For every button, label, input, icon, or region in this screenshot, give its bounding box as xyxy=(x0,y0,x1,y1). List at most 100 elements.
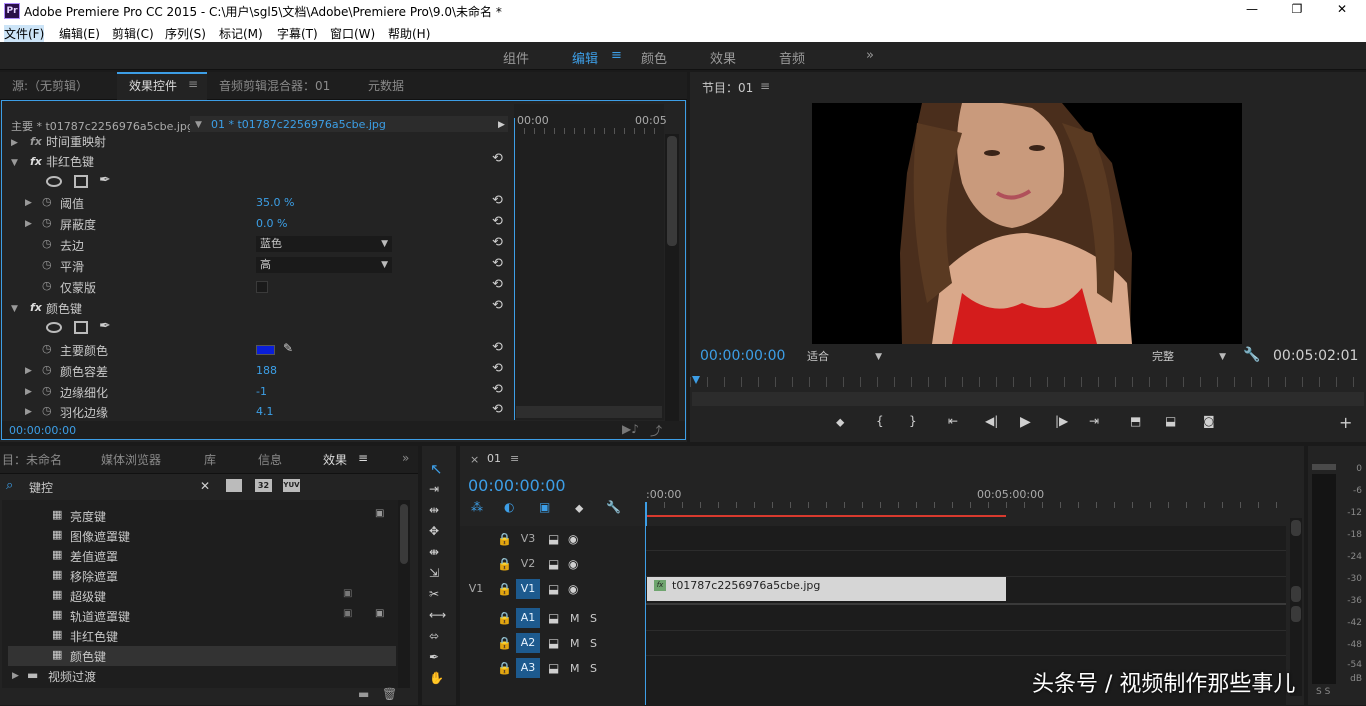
eye-icon[interactable]: ◉ xyxy=(568,582,578,596)
playback-quality-dropdown[interactable]: 完整 ▼ xyxy=(1148,349,1230,365)
extract-icon[interactable]: ⬓ xyxy=(1165,414,1176,428)
expand-feather-icon[interactable]: ▶ xyxy=(25,407,32,417)
clip-dropdown-icon[interactable]: ▼ xyxy=(195,120,202,130)
menu-help[interactable]: 帮助(H) xyxy=(388,25,430,42)
pen-mask-icon[interactable]: ✒ xyxy=(99,318,111,334)
reset-icon[interactable]: ⟲ xyxy=(492,402,503,417)
list-item[interactable]: 图像遮罩键 xyxy=(70,528,130,545)
yuv-effects-button[interactable]: YUV xyxy=(283,479,300,492)
lock-icon[interactable]: 🔒 xyxy=(497,661,512,675)
workspace-effects[interactable]: 效果 xyxy=(710,48,736,67)
sync-lock-icon[interactable]: ⬓ xyxy=(548,532,559,546)
tab-audio-mixer[interactable]: 音频剪辑混合器：01 xyxy=(219,77,330,94)
rectangle-mask-icon[interactable] xyxy=(74,175,88,188)
list-item[interactable]: 轨道遮罩键 xyxy=(70,608,130,625)
key-color-swatch[interactable] xyxy=(256,345,275,355)
reset-icon[interactable]: ⟲ xyxy=(492,151,503,166)
play-icon[interactable]: ▶ xyxy=(1020,414,1031,430)
tab-metadata[interactable]: 元数据 xyxy=(368,77,404,94)
timeline-scroll-thumb[interactable] xyxy=(1291,586,1301,602)
sequence-menu-icon[interactable]: ≡ xyxy=(510,452,519,465)
add-marker-icon[interactable]: ⬥ xyxy=(836,415,844,430)
track-target-v1[interactable]: V1 xyxy=(516,579,540,599)
32bit-effects-button[interactable]: 32 xyxy=(255,479,272,492)
mark-in-icon[interactable]: { xyxy=(876,414,884,428)
restore-button[interactable]: ❐ xyxy=(1282,2,1312,20)
timeline-timecode[interactable]: 00:00:00:00 xyxy=(468,476,566,495)
tab-menu-icon[interactable]: ≡ xyxy=(358,451,368,465)
step-back-icon[interactable]: ◀| xyxy=(985,414,998,428)
program-zoom-bar[interactable] xyxy=(692,392,1364,406)
reset-icon[interactable]: ⟲ xyxy=(492,361,503,376)
program-video-frame[interactable] xyxy=(812,103,1242,344)
stopwatch-icon[interactable]: ◷ xyxy=(42,237,52,250)
razor-tool-icon[interactable]: ⇲ xyxy=(429,566,439,580)
list-item[interactable]: 非红色键 xyxy=(70,628,118,645)
lock-icon[interactable]: 🔒 xyxy=(497,636,512,650)
play-audio-icon[interactable]: ▶♪ xyxy=(622,422,639,436)
menu-title[interactable]: 字幕(T) xyxy=(277,25,318,42)
mute-button[interactable]: M xyxy=(570,662,580,675)
button-editor-icon[interactable]: + xyxy=(1339,413,1352,432)
effect-panel-scroll-thumb[interactable] xyxy=(667,136,677,246)
workspace-editing[interactable]: 编辑 xyxy=(572,48,598,67)
export-frame-icon[interactable]: ◙ xyxy=(1203,414,1215,428)
list-item[interactable]: 颜色键 xyxy=(70,648,106,665)
sequence-tab[interactable]: 01 xyxy=(487,452,501,465)
sync-lock-icon[interactable]: ⬓ xyxy=(548,611,559,625)
feather-value[interactable]: 4.1 xyxy=(256,405,274,418)
tab-effect-controls[interactable]: 效果控件 xyxy=(129,77,177,94)
effects-list-scroll-thumb[interactable] xyxy=(400,504,408,564)
slip-tool-icon[interactable]: ✂ xyxy=(429,587,439,601)
pen-tool-icon[interactable]: ⬄ xyxy=(429,629,439,643)
program-ruler[interactable] xyxy=(690,377,1366,387)
tab-project[interactable]: 目：未命名 xyxy=(2,451,62,468)
expand-folder-icon[interactable]: ▶ xyxy=(12,671,19,681)
track-target-v2[interactable]: V2 xyxy=(518,554,538,574)
step-forward-icon[interactable]: |▶ xyxy=(1055,414,1068,428)
sync-lock-icon[interactable]: ⬓ xyxy=(548,661,559,675)
selection-tool-icon[interactable]: ↖ xyxy=(430,460,443,478)
solo-button[interactable]: S xyxy=(590,612,597,625)
mark-out-icon[interactable]: } xyxy=(909,414,917,428)
reset-icon[interactable]: ⟲ xyxy=(492,214,503,229)
list-item[interactable]: 超级键 xyxy=(70,588,106,605)
ellipse-mask-icon[interactable] xyxy=(46,322,62,333)
mute-button[interactable]: M xyxy=(570,637,580,650)
effects-search-input[interactable]: 键控 xyxy=(29,479,53,496)
reset-icon[interactable]: ⟲ xyxy=(492,235,503,250)
timeline-scroll-thumb[interactable] xyxy=(1291,606,1301,622)
menu-clip[interactable]: 剪辑(C) xyxy=(112,25,154,42)
expand-cutoff-icon[interactable]: ▶ xyxy=(25,219,32,229)
hand-tool-icon[interactable]: ✒ xyxy=(429,650,439,664)
linked-selection-icon[interactable]: ◐ xyxy=(504,500,514,514)
sequence-clip-label[interactable]: 01 * t01787c2256976a5cbe.jpg xyxy=(211,118,386,131)
tab-menu-icon[interactable]: ≡ xyxy=(188,77,198,91)
stopwatch-icon[interactable]: ◷ xyxy=(42,384,52,397)
add-edit-icon[interactable]: ▣ xyxy=(539,500,550,514)
zoom-fit-dropdown[interactable]: 适合 ▼ xyxy=(803,349,886,365)
workspace-assembly[interactable]: 组件 xyxy=(503,48,529,67)
sync-lock-icon[interactable]: ⬓ xyxy=(548,582,559,596)
expand-time-remap-icon[interactable]: ▶ xyxy=(11,138,18,148)
delete-icon[interactable]: 🗑 xyxy=(382,687,397,701)
rate-stretch-tool-icon[interactable]: ⇼ xyxy=(429,545,439,559)
lift-icon[interactable]: ⬒ xyxy=(1130,414,1141,428)
stopwatch-icon[interactable]: ◷ xyxy=(42,195,52,208)
reset-icon[interactable]: ⟲ xyxy=(492,298,503,313)
tab-source[interactable]: 源:（无剪辑） xyxy=(12,77,88,94)
stopwatch-icon[interactable]: ◷ xyxy=(42,342,52,355)
workspace-audio[interactable]: 音频 xyxy=(779,48,805,67)
master-clip-label[interactable]: 主要 * t01787c2256976a5cbe.jpg xyxy=(11,118,194,134)
workspace-menu-icon[interactable]: ≡ xyxy=(611,48,622,63)
reset-icon[interactable]: ⟲ xyxy=(492,256,503,271)
defringe-dropdown[interactable]: 蓝色 ▼ xyxy=(256,236,392,252)
ripple-edit-tool-icon[interactable]: ⇹ xyxy=(429,503,439,517)
close-button[interactable]: ✕ xyxy=(1327,2,1357,20)
program-menu-icon[interactable]: ≡ xyxy=(760,79,770,93)
effect-panel-timecode[interactable]: 00:00:00:00 xyxy=(9,424,76,437)
wrench-icon[interactable]: 🔧 xyxy=(1243,347,1260,363)
effect-mini-timeline[interactable] xyxy=(514,104,664,420)
fx-icon[interactable]: fx xyxy=(30,135,42,148)
list-item[interactable]: 移除遮罩 xyxy=(70,568,118,585)
